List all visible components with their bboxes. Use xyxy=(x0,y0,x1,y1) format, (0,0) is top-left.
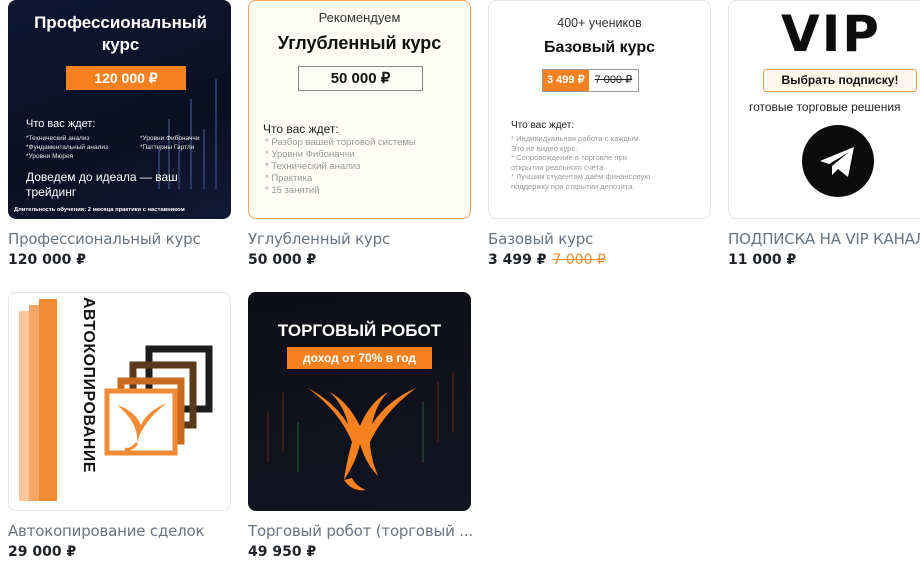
list-item: * Сопровождение в торговле при xyxy=(511,153,627,163)
list-item: *Уровни Фибоначчи xyxy=(140,135,200,142)
current-price: 3 499 ₽ xyxy=(488,252,547,268)
product-price: 3 499 ₽ 7 000 ₽ xyxy=(488,252,606,268)
list-item: * Технический анализ xyxy=(265,161,361,172)
list-item: * Практика xyxy=(265,173,313,184)
image-price-box: 50 000 ₽ xyxy=(298,66,423,91)
product-title[interactable]: Торговый робот (торговый ... xyxy=(248,522,488,540)
list-item: *Уровни Мюрея xyxy=(26,153,74,160)
old-price: 7 000 ₽ xyxy=(552,252,606,268)
product-title[interactable]: Базовый курс xyxy=(488,230,728,248)
product-card-vip[interactable]: VIP Выбрать подписку! готовые торговые р… xyxy=(728,0,920,275)
list-item: * 15 занятий xyxy=(265,185,320,196)
list-item: *Паттерны Гартли xyxy=(140,144,195,151)
image-subscribe-button: Выбрать подписку! xyxy=(763,69,917,92)
product-image[interactable]: АВТОКОПИРОВАНИЕ xyxy=(8,292,231,511)
image-heading: Углубленный курс xyxy=(277,33,442,53)
list-item: Это не видео курс. xyxy=(511,143,578,153)
image-new-price: 3 499 ₽ xyxy=(543,70,589,91)
product-price: 120 000 ₽ xyxy=(8,252,86,268)
product-title[interactable]: Автокопирование сделок xyxy=(8,522,248,540)
product-image[interactable]: Профессиональный курс 120 000 ₽ Что вас … xyxy=(8,0,231,219)
image-heading: Базовый курс xyxy=(543,39,656,56)
image-old-price: 7 000 ₽ xyxy=(594,74,633,86)
image-vertical-text: АВТОКОПИРОВАНИЕ xyxy=(80,297,97,473)
list-item: * Уровни Фибоначчи xyxy=(265,149,355,160)
image-list: * Индивидуальная работа с каждым. Это не… xyxy=(511,134,650,192)
list-item: * Индивидуальная работа с каждым. xyxy=(511,134,641,143)
image-heading: Профессиональный курс xyxy=(34,13,207,54)
product-title[interactable]: ПОДПИСКА НА VIP КАНАЛ xyxy=(728,230,920,248)
product-title[interactable]: Углубленный курс xyxy=(248,230,488,248)
product-title[interactable]: Профессиональный курс xyxy=(8,230,248,248)
image-wait-label: Что вас ждет: xyxy=(263,122,339,136)
product-image[interactable]: ТОРГОВЫЙ РОБОТ доход от 70% в год xyxy=(248,292,471,511)
list-item: * Лучшим студентам даём финансовую xyxy=(511,172,651,182)
list-item: * Разбор вашей торговой системы xyxy=(265,137,416,148)
image-closing-text: Доведем до идеала — ваш трейдинг xyxy=(26,170,178,199)
product-price: 29 000 ₽ xyxy=(8,544,77,560)
image-top-label: 400+ учеников xyxy=(557,16,642,30)
list-item: *Технический анализ xyxy=(26,135,90,142)
image-price-box: 3 499 ₽ 7 000 ₽ xyxy=(542,69,640,92)
product-price: 49 950 ₽ xyxy=(248,544,317,560)
product-image[interactable]: VIP Выбрать подписку! готовые торговые р… xyxy=(728,0,920,219)
telegram-icon xyxy=(802,125,874,197)
phoenix-icon xyxy=(308,388,416,491)
list-item: *Фундаментальный анализ xyxy=(26,144,109,151)
product-image[interactable]: 400+ учеников Базовый курс 3 499 ₽ 7 000… xyxy=(488,0,711,219)
image-list-right: *Уровни Фибоначчи *Паттерны Гартли xyxy=(140,134,199,152)
phoenix-copy-icon xyxy=(19,299,213,501)
product-price: 50 000 ₽ xyxy=(248,252,317,268)
image-heading: VIP xyxy=(781,5,881,63)
image-wait-label: Что вас ждет: xyxy=(26,118,96,130)
image-list-left: *Технический анализ *Фундаментальный ана… xyxy=(26,134,108,161)
image-list: * Разбор вашей торговой системы * Уровни… xyxy=(265,137,416,197)
list-item: открытии реального счёта. xyxy=(511,162,606,172)
image-footer: Длительность обучения: 2 месяца практики… xyxy=(14,207,185,213)
image-description: готовые торговые решения xyxy=(749,100,901,114)
product-price: 11 000 ₽ xyxy=(728,252,797,268)
image-price-badge: 120 000 ₽ xyxy=(66,66,186,90)
product-image[interactable]: Рекомендуем Углубленный курс 50 000 ₽ Чт… xyxy=(248,0,471,219)
image-top-label: Рекомендуем xyxy=(318,10,401,25)
image-wait-label: Что вас ждет: xyxy=(511,120,575,131)
list-item: поддержку при открытии депозита. xyxy=(511,181,635,191)
